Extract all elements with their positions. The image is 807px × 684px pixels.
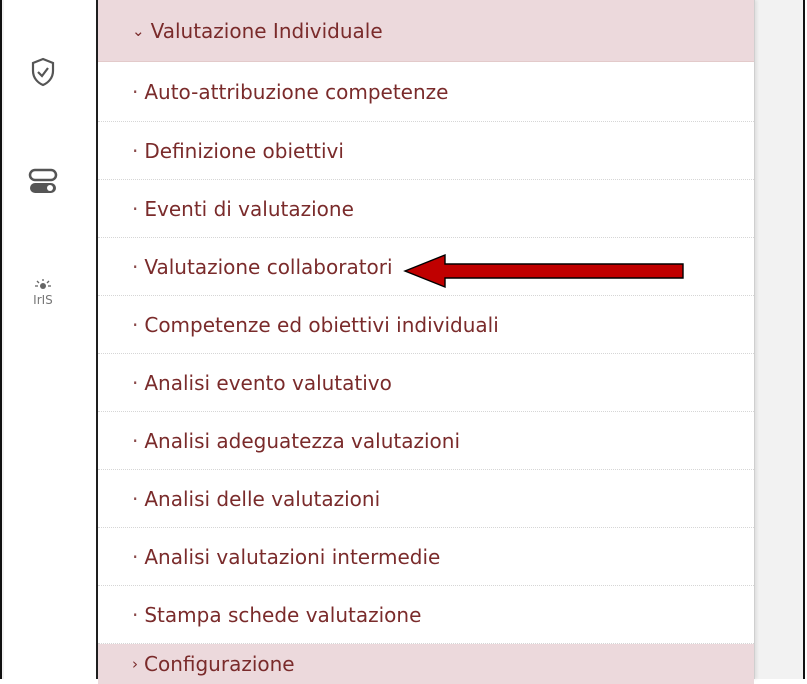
- menu-item-analisi-adeguatezza-valutazioni[interactable]: · Analisi adeguatezza valutazioni: [98, 412, 754, 470]
- menu-item-analisi-valutazioni-intermedie[interactable]: · Analisi valutazioni intermedie: [98, 528, 754, 586]
- menu-item-label: Competenze ed obiettivi individuali: [144, 312, 499, 337]
- submenu-panel: ⌄ Valutazione Individuale · Auto-attribu…: [98, 0, 755, 684]
- bullet: ·: [132, 544, 139, 569]
- menu-item-label: Auto-attribuzione competenze: [144, 79, 449, 104]
- bullet: ·: [132, 312, 139, 337]
- menu-item-eventi-di-valutazione[interactable]: · Eventi di valutazione: [98, 180, 754, 238]
- menu-section-label: Valutazione Individuale: [150, 18, 383, 43]
- bullet: ·: [132, 602, 139, 627]
- chevron-right-icon: ›: [132, 655, 138, 673]
- bullet: ·: [132, 138, 139, 163]
- menu-item-label: Analisi evento valutativo: [144, 370, 392, 395]
- menu-item-label: Analisi adeguatezza valutazioni: [144, 428, 461, 453]
- menu-item-label: Definizione obiettivi: [144, 138, 344, 163]
- bullet: ·: [132, 370, 139, 395]
- menu-item-label: Valutazione collaboratori: [144, 254, 393, 279]
- menu-section-valutazione-individuale[interactable]: ⌄ Valutazione Individuale: [98, 0, 754, 62]
- bullet: ·: [132, 428, 139, 453]
- app-frame: IrIS ⌄ Valutazione Individuale · Auto-at…: [0, 0, 805, 684]
- menu-item-definizione-obiettivi[interactable]: · Definizione obiettivi: [98, 122, 754, 180]
- menu-item-competenze-ed-obiettivi-individuali[interactable]: · Competenze ed obiettivi individuali: [98, 296, 754, 354]
- bullet: ·: [132, 196, 139, 221]
- iris-logo-text: IrIS: [33, 293, 53, 307]
- chevron-down-icon: ⌄: [132, 21, 145, 40]
- menu-item-label: Stampa schede valutazione: [144, 602, 422, 627]
- bullet: ·: [132, 79, 139, 104]
- menu-section-label: Configurazione: [144, 652, 295, 676]
- bullet: ·: [132, 486, 139, 511]
- menu-item-stampa-schede-valutazione[interactable]: · Stampa schede valutazione: [98, 586, 754, 644]
- iris-logo-icon[interactable]: IrIS: [4, 278, 82, 312]
- menu-item-label: Analisi valutazioni intermedie: [144, 544, 441, 569]
- menu-section-configurazione[interactable]: › Configurazione: [98, 644, 754, 684]
- icon-sidebar: IrIS: [4, 0, 98, 679]
- menu-item-label: Analisi delle valutazioni: [144, 486, 381, 511]
- shield-check-icon[interactable]: [4, 57, 82, 87]
- menu-item-auto-attribuzione-competenze[interactable]: · Auto-attribuzione competenze: [98, 62, 754, 122]
- menu-item-analisi-delle-valutazioni[interactable]: · Analisi delle valutazioni: [98, 470, 754, 528]
- menu-item-label: Eventi di valutazione: [144, 196, 354, 221]
- bullet: ·: [132, 254, 139, 279]
- menu-item-analisi-evento-valutativo[interactable]: · Analisi evento valutativo: [98, 354, 754, 412]
- toggle-icon[interactable]: [4, 168, 82, 196]
- annotation-arrow-icon: [403, 253, 684, 289]
